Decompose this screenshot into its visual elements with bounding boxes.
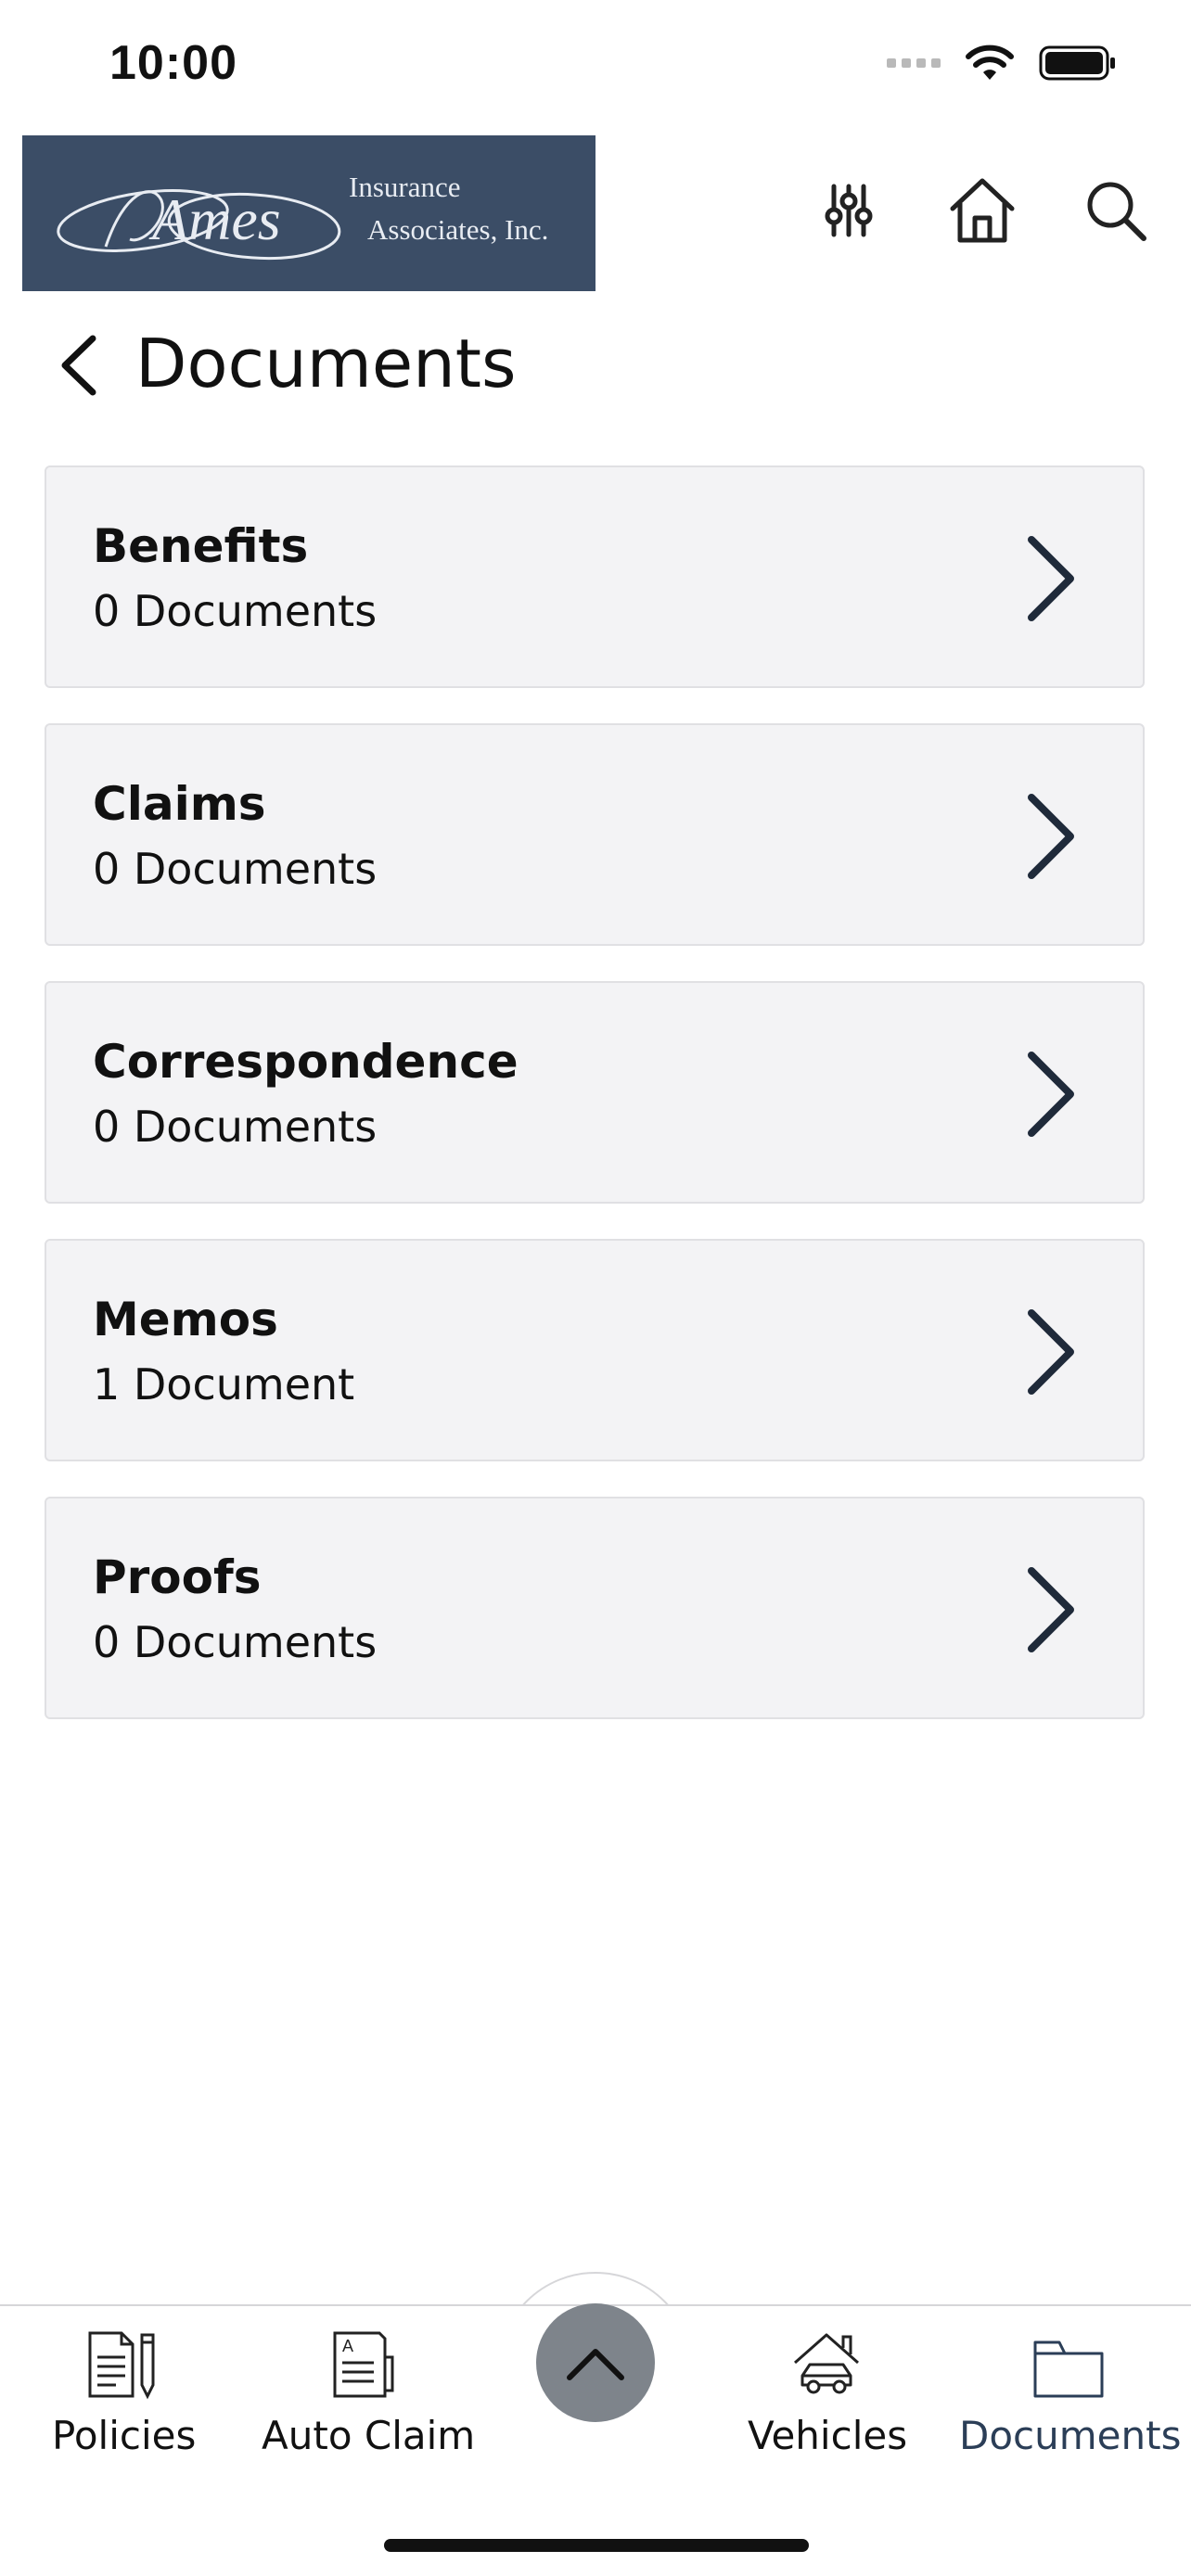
company-logo[interactable]: Ames Insurance Associates, Inc. [22,135,596,291]
header-actions [813,174,1152,247]
tab-label: Documents [959,2413,1182,2458]
logo-script-mark: Ames [57,186,341,261]
category-name: Proofs [93,1550,262,1604]
status-bar: 10:00 [0,0,1191,130]
category-claims[interactable]: Claims 0 Documents [45,723,1145,946]
svg-text:A: A [342,2337,353,2355]
logo-line1: Insurance [349,171,461,203]
category-proofs[interactable]: Proofs 0 Documents [45,1497,1145,1719]
tab-label: Vehicles [748,2413,908,2458]
tab-auto-claim[interactable]: A Auto Claim [262,2318,476,2458]
category-benefits[interactable]: Benefits 0 Documents [45,465,1145,688]
category-correspondence[interactable]: Correspondence 0 Documents [45,981,1145,1204]
category-count: 0 Documents [93,1102,378,1152]
search-button[interactable] [1080,174,1152,247]
cellular-signal-icon [887,58,941,68]
home-button[interactable] [946,174,1018,247]
wifi-icon [966,45,1014,80]
category-name: Benefits [93,519,309,573]
tab-documents[interactable]: Documents [959,2318,1182,2458]
page-title: Documents [135,325,517,402]
category-name: Memos [93,1293,278,1346]
filter-button[interactable] [813,174,885,247]
app-header: Ames Insurance Associates, Inc. [0,135,1191,293]
sliders-icon [825,184,873,237]
status-time: 10:00 [109,36,237,90]
category-name: Correspondence [93,1035,519,1089]
status-icons [887,45,1117,82]
chevron-right-icon [1028,536,1074,621]
logo-script-text: Ames [148,186,281,252]
title-row: Documents [0,315,1191,417]
tab-label: Auto Claim [262,2413,476,2458]
vehicle-icon [794,2333,859,2394]
tab-label: Policies [52,2413,197,2458]
battery-icon [1039,45,1115,81]
chevron-right-icon [1028,1567,1074,1652]
document-category-list: Benefits 0 Documents Claims 0 Documents … [45,465,1146,1754]
tab-vehicles[interactable]: Vehicles [748,2318,908,2458]
category-name: Claims [93,777,266,831]
chevron-right-icon [1028,1309,1074,1395]
category-count: 0 Documents [93,844,378,894]
category-memos[interactable]: Memos 1 Document [45,1239,1145,1461]
auto-claim-icon: A [333,2331,394,2398]
documents-screen: 10:00 Ames Insurance Associates, Inc. Do… [0,0,1191,2576]
back-button[interactable] [50,328,106,402]
chevron-up-icon [567,2349,624,2380]
chevron-right-icon [1028,1052,1074,1137]
home-icon [950,178,1015,243]
chevron-left-icon [61,335,96,396]
category-count: 0 Documents [93,1617,378,1667]
logo-line2: Associates, Inc. [367,213,549,246]
policy-document-icon [88,2331,155,2400]
category-count: 0 Documents [93,586,378,636]
folder-icon [1033,2340,1104,2398]
category-count: 1 Document [93,1359,355,1409]
chevron-right-icon [1028,794,1074,879]
search-icon [1087,182,1146,241]
home-indicator [384,2539,809,2552]
expand-menu-button[interactable] [536,2303,655,2422]
tab-policies[interactable]: Policies [52,2318,197,2458]
